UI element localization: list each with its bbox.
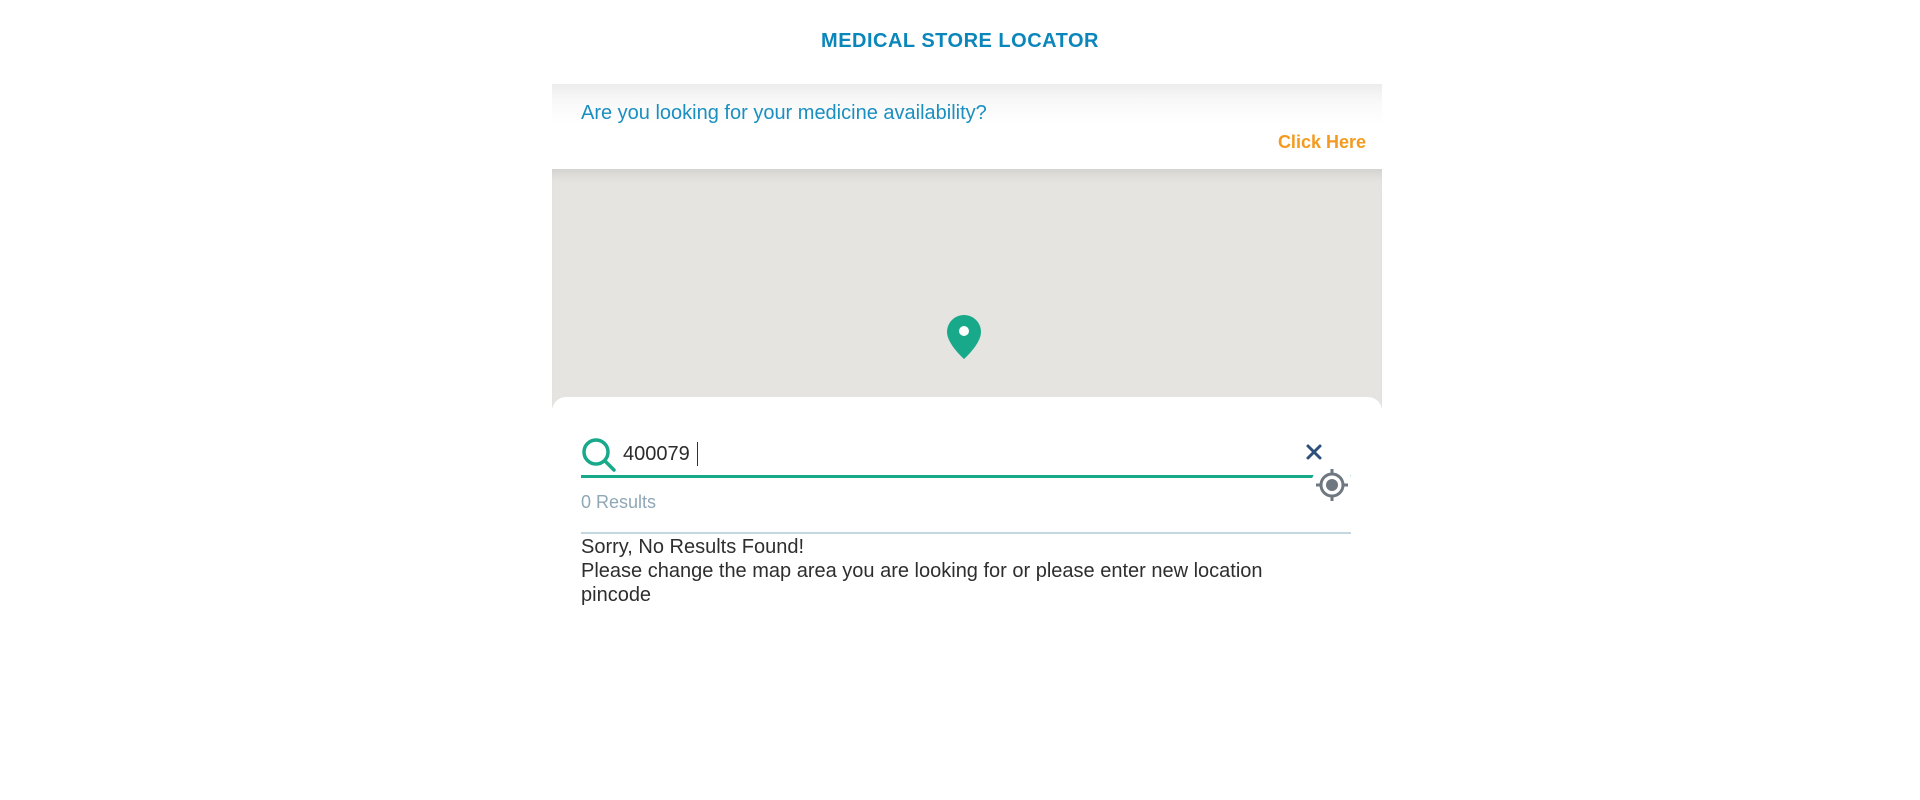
click-here-link[interactable]: Click Here [1278,132,1366,153]
text-caret [697,442,698,466]
results-sheet: 0 Results Sorry, No Results Found! Pleas… [552,397,1382,800]
locator-panel: Are you looking for your medicine availa… [552,84,1382,800]
no-results-hint: Please change the map area you are looki… [581,560,1263,606]
crosshair-target-icon [1316,469,1348,501]
results-count: 0 Results [581,492,657,512]
pincode-search-input[interactable] [623,439,1283,469]
current-location-button[interactable] [1311,464,1353,506]
no-results-message: Sorry, No Results Found! Please change t… [581,535,1321,607]
availability-question: Are you looking for your medicine availa… [581,102,987,124]
map-pin-icon[interactable] [946,314,982,360]
page-title: MEDICAL STORE LOCATOR [821,30,1099,52]
no-results-title: Sorry, No Results Found! [581,536,805,558]
close-icon[interactable] [1304,442,1324,462]
search-icon [582,438,616,472]
map-area[interactable] [552,169,1382,409]
availability-banner: Are you looking for your medicine availa… [552,84,1382,169]
results-divider [581,532,1351,534]
search-bar [581,435,1351,478]
